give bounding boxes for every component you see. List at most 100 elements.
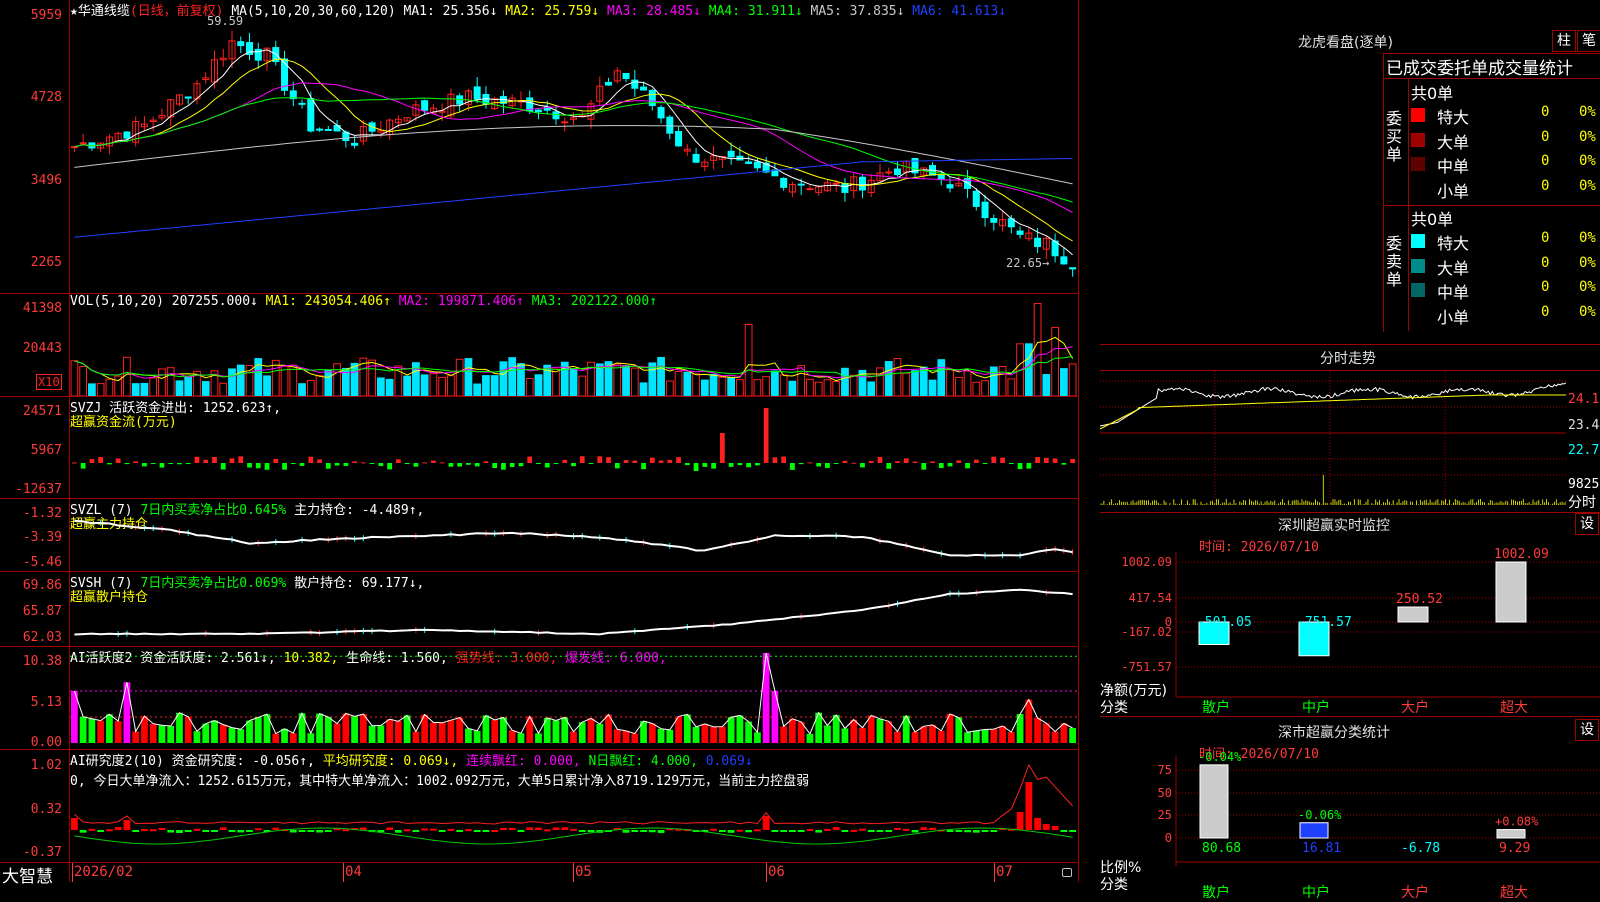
research-bar xyxy=(1025,782,1033,830)
volume-bar xyxy=(981,380,989,396)
order-count: 0 xyxy=(1541,254,1550,271)
activity-bar xyxy=(359,714,367,743)
buy-side-label: 委买单 xyxy=(1386,109,1403,164)
order-count: 0 xyxy=(1541,177,1550,194)
pen-mode-button[interactable]: 笔 xyxy=(1577,30,1600,52)
fund-flow-bar xyxy=(395,459,401,463)
activity-bar xyxy=(438,722,446,743)
x-axis-tick-1 xyxy=(72,863,73,882)
fund-flow-bar xyxy=(877,456,883,463)
volume-bar xyxy=(665,380,674,396)
fund-flow-bar xyxy=(483,461,489,463)
fund-flow-bar xyxy=(492,463,498,469)
volume-bar xyxy=(149,377,158,396)
sz-monitor-cat-4: 超大 xyxy=(1500,700,1528,716)
activity-bar xyxy=(149,723,157,743)
order-pct: 0% xyxy=(1579,303,1596,320)
research-bar xyxy=(97,830,105,832)
fund-flow-bar xyxy=(807,462,813,464)
research-bar xyxy=(859,828,866,831)
fund-flow-bar xyxy=(107,463,112,465)
activity-bar xyxy=(412,731,420,743)
fund-flow-bar xyxy=(667,459,673,463)
fund-flow-bar xyxy=(255,463,261,469)
order-count: 0 xyxy=(1541,303,1550,320)
order-type-label: 特大 xyxy=(1437,108,1470,127)
fund-flow-bar xyxy=(168,463,174,464)
sz-class-chart[interactable]: 75 50 25 0 -0.04% 80.68 -0.06% 16.81 -6.78 +0.08%… xyxy=(1100,716,1600,900)
volume-bar xyxy=(841,367,849,396)
volume-bar xyxy=(79,366,88,396)
fund-flow-bar xyxy=(404,463,410,464)
fund-flow-bar xyxy=(1070,458,1075,463)
activity-bar xyxy=(552,720,560,743)
research-bar xyxy=(955,830,963,832)
fund-flow-bar xyxy=(360,462,366,464)
fund-flow-bar xyxy=(115,458,121,463)
intraday-chart[interactable] xyxy=(1100,371,1566,505)
candlestick-chart[interactable] xyxy=(70,0,1077,293)
activity-bar xyxy=(517,733,525,743)
fund-flow-bar xyxy=(597,456,603,463)
fund-flow-bar xyxy=(956,460,962,463)
vol-axis-1: 41398 xyxy=(22,301,62,316)
volume-bar xyxy=(350,362,359,396)
activity-bar xyxy=(167,725,175,743)
volume-bar xyxy=(963,370,972,396)
candle-body xyxy=(780,177,788,188)
volume-bar xyxy=(499,361,508,396)
volume-bar xyxy=(954,376,963,396)
retail-holding-chart[interactable] xyxy=(70,572,1077,646)
research-bar xyxy=(79,830,87,833)
research-bar xyxy=(500,827,507,830)
volume-chart[interactable] xyxy=(70,294,1077,396)
research-bar xyxy=(465,829,472,832)
sz-class-axis-label: 75 xyxy=(1158,763,1172,777)
research-bar xyxy=(850,829,858,832)
app-logo[interactable]: 大智慧 xyxy=(2,862,53,887)
volume-bar xyxy=(902,372,911,396)
fund-flow-chart[interactable] xyxy=(70,397,1077,498)
order-pct: 0% xyxy=(1579,279,1596,295)
research-bar xyxy=(797,830,805,832)
activity-bar xyxy=(97,720,105,743)
activity-bar xyxy=(587,718,595,743)
fund-flow-bar xyxy=(606,457,611,463)
research-bar xyxy=(246,830,253,832)
activity-bar xyxy=(394,721,402,743)
stats-tabs[interactable]: 已成交委托单成交量统计 xyxy=(1386,54,1573,79)
fund-flow-bar xyxy=(212,456,217,463)
ratio-value-label: 16.81 xyxy=(1302,841,1341,856)
ratio-value-label: 9.29 xyxy=(1499,841,1530,856)
research-bar xyxy=(272,827,280,830)
research-bar xyxy=(727,830,735,833)
main-holding-chart[interactable] xyxy=(70,499,1077,571)
activity-bar xyxy=(631,733,639,743)
fund-flow-bar xyxy=(1017,463,1023,470)
activity-bar xyxy=(999,726,1006,743)
activity-bar xyxy=(324,717,332,743)
sz-monitor-chart[interactable]: 1002.09417.540-167.02-751.57-501.05 -751.… xyxy=(1100,512,1600,714)
order-count: 0 xyxy=(1541,230,1550,246)
ai-activity-chart[interactable] xyxy=(70,647,1077,749)
candle-body xyxy=(307,98,315,132)
bar-mode-button[interactable]: 柱 xyxy=(1552,30,1576,52)
fund-flow-bar xyxy=(150,463,156,464)
fund-flow-bar xyxy=(177,463,182,465)
intraday-title: 分时走势 xyxy=(1320,351,1376,367)
ai-active-axis-3: 0.00 xyxy=(30,735,62,750)
dragon-board-title: 龙虎看盘(逐单) xyxy=(1298,35,1393,51)
fund-flow-bar xyxy=(422,462,428,464)
fund-flow-bar xyxy=(693,463,699,471)
activity-bar xyxy=(219,724,227,743)
research-bar xyxy=(622,830,630,833)
activity-bar xyxy=(246,720,253,743)
research-bar xyxy=(184,830,192,832)
activity-bar xyxy=(964,732,971,743)
net-amount-label: -501.05 xyxy=(1197,615,1252,630)
lock-icon[interactable] xyxy=(1062,868,1072,877)
fund-flow-bar xyxy=(282,463,287,470)
svzj-axis-2: 5967 xyxy=(30,443,62,458)
ai-research-chart[interactable] xyxy=(70,750,1077,862)
activity-bar xyxy=(106,714,113,743)
